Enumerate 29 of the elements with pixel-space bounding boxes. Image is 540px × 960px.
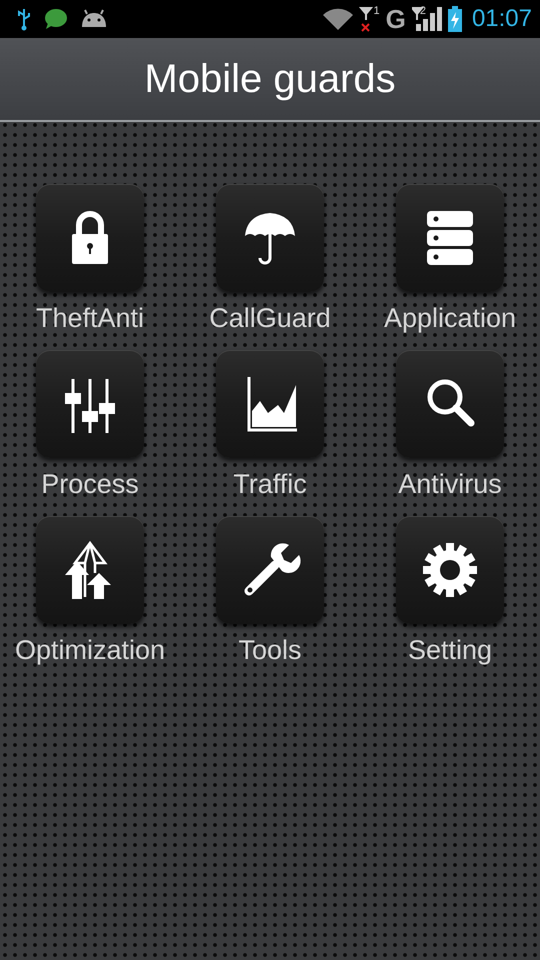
feature-button[interactable] bbox=[36, 516, 144, 624]
usb-icon bbox=[16, 7, 32, 31]
feature-label: Optimization bbox=[14, 634, 166, 666]
network-type: G bbox=[386, 6, 406, 32]
signal-off-icon bbox=[359, 6, 374, 32]
feature-button[interactable] bbox=[36, 184, 144, 292]
feature-label: Tools bbox=[238, 634, 302, 666]
feature-button[interactable] bbox=[396, 516, 504, 624]
feature-button[interactable] bbox=[396, 350, 504, 458]
feature-label: TheftAnti bbox=[36, 302, 144, 334]
clock-time: 01:07 bbox=[472, 5, 532, 33]
feature-label: CallGuard bbox=[209, 302, 331, 334]
feature-button[interactable] bbox=[216, 516, 324, 624]
wifi-icon bbox=[323, 8, 354, 30]
feature-button[interactable] bbox=[36, 350, 144, 458]
feature-label: Setting bbox=[408, 634, 492, 666]
feature-label: Application bbox=[384, 302, 516, 334]
android-icon bbox=[80, 9, 108, 29]
feature-label: Traffic bbox=[233, 468, 307, 500]
feature-button[interactable] bbox=[216, 184, 324, 292]
chat-bubble-icon bbox=[44, 8, 68, 30]
feature-button[interactable] bbox=[396, 184, 504, 292]
sim-number: 1 bbox=[373, 6, 380, 17]
feature-label: Process bbox=[41, 468, 139, 500]
battery-icon bbox=[448, 6, 462, 32]
feature-button[interactable] bbox=[216, 350, 324, 458]
feature-label: Antivirus bbox=[398, 468, 502, 500]
app-title: Mobile guards bbox=[144, 56, 396, 102]
signal-icon bbox=[412, 6, 442, 32]
